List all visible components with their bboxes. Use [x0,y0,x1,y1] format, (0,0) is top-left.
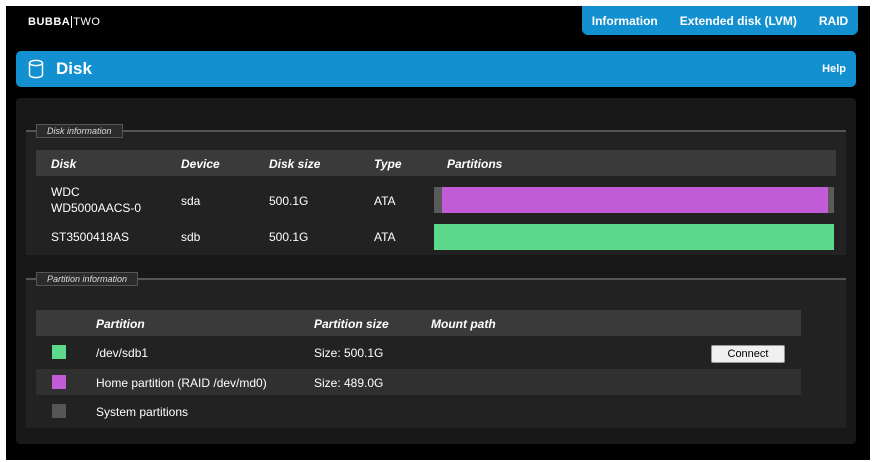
partition-table-header: Partition Partition size Mount path [36,310,801,336]
disk-type: ATA [374,230,396,244]
partition-segment [442,187,828,213]
brand-separator [71,16,73,28]
disk-section-legend: Disk information [36,124,123,138]
partition-segment [434,187,442,213]
page-title: Disk [56,59,92,78]
partition-segment [434,224,834,250]
disk-type: ATA [374,194,396,208]
disk-name-line2: WD5000AACS-0 [51,201,142,215]
disk-size: 500.1G [269,194,309,208]
partition-bar [434,224,834,250]
page-header: Disk Help [16,51,856,87]
partition-section-border [26,278,846,280]
partition-name: /dev/sdb1 [96,346,149,360]
disk-device: sda [181,194,201,208]
nav-raid[interactable]: RAID [808,14,859,28]
disk-device: sdb [181,230,201,244]
col-disk-size: Disk size [269,157,321,171]
col-type: Type [374,157,402,171]
brand-left: BUBBA [28,16,71,28]
col-partition: Partition [96,317,145,331]
app-frame: BUBBA TWO Information Extended disk (LVM… [6,6,870,460]
nav-information[interactable]: Information [581,14,669,28]
disk-name-line1: ST3500418AS [51,230,130,244]
col-disk: Disk [51,157,77,171]
partition-bar [434,187,834,213]
top-navigation: Information Extended disk (LVM) RAID [582,6,858,35]
disk-name-line1: WDC [51,185,80,199]
database-icon [28,59,44,79]
disk-table-header: Disk Device Disk size Type Partitions [36,150,836,176]
col-partitions: Partitions [447,157,503,171]
partition-size: Size: 500.1G [314,346,384,360]
disk-size: 500.1G [269,230,309,244]
partition-size: Size: 489.0G [314,376,384,390]
content-panel: Disk information Disk Device Disk size T… [16,98,856,444]
partition-color-swatch [52,345,66,359]
disk-section-border [26,130,846,132]
partition-name: System partitions [96,405,189,419]
partition-name: Home partition (RAID /dev/md0) [96,376,267,390]
nav-extended-disk[interactable]: Extended disk (LVM) [669,14,808,28]
help-link[interactable]: Help [822,63,846,75]
partition-section-legend: Partition information [36,272,139,286]
col-device: Device [181,157,220,171]
col-mount-path: Mount path [431,317,496,331]
connect-button[interactable]: Connect [711,345,785,363]
col-partition-size: Partition size [314,317,389,331]
brand-logo: BUBBA TWO [28,16,100,28]
brand-right: TWO [73,16,101,28]
partition-segment [828,187,834,213]
partition-color-swatch [52,375,66,389]
partition-color-swatch [52,404,66,418]
